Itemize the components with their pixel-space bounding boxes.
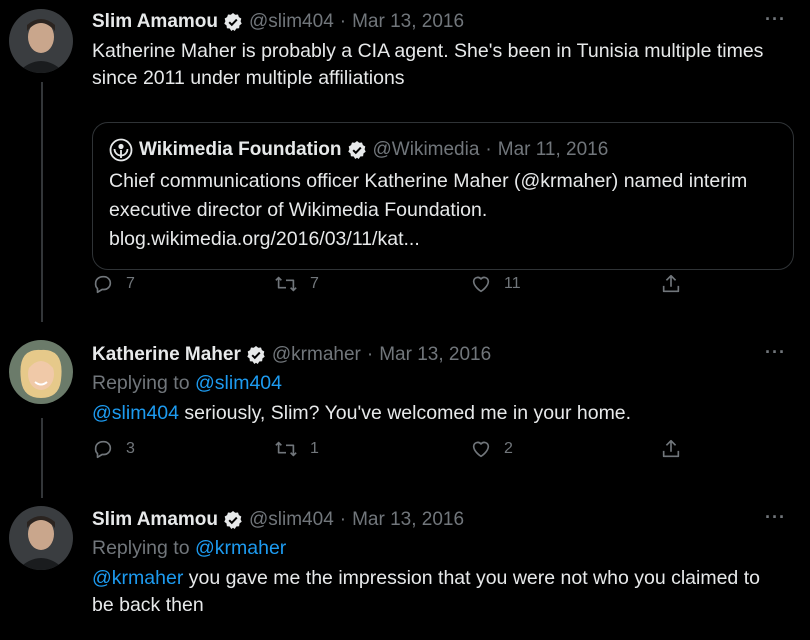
quoted-link[interactable]: blog.wikimedia.org/2016/03/11/kat... [109,228,420,250]
author-name[interactable]: Slim Amamou [92,509,218,531]
tweet-header: Slim Amamou @slim404 · Mar 13, 2016 [92,9,786,35]
tweet-date[interactable]: Mar 13, 2016 [352,509,464,531]
verified-badge-icon [246,345,266,365]
separator: · [339,509,347,530]
tweet-text: @krmaher you gave me the impression that… [92,565,786,619]
verified-badge-icon [347,140,367,160]
tweet[interactable]: Slim Amamou @slim404 · Mar 13, 2016 ··· … [0,500,810,640]
tweet-date[interactable]: Mar 13, 2016 [379,344,491,366]
author-name[interactable]: Slim Amamou [92,11,218,33]
reply-count: 7 [126,275,135,292]
author-handle[interactable]: @slim404 [249,509,334,531]
reply-button[interactable]: 7 [92,273,135,295]
share-icon [660,438,682,460]
replying-to: Replying to @slim404 [92,370,786,397]
author-name[interactable]: Katherine Maher [92,344,241,366]
wikimedia-logo-icon [109,138,133,162]
reply-icon [92,273,114,295]
mention-link[interactable]: @slim404 [92,402,179,424]
verified-badge-icon [223,510,243,530]
author-handle[interactable]: @krmaher [272,344,361,366]
like-button[interactable]: 2 [470,438,513,460]
tweet-text: Katherine Maher is probably a CIA agent.… [92,40,764,89]
retweet-icon [274,438,298,460]
quoted-text-body: Chief communications officer Katherine M… [109,170,748,221]
quoted-tweet-date[interactable]: Mar 11, 2016 [498,139,609,161]
more-options-icon[interactable]: ··· [765,507,786,528]
replying-prefix: Replying to [92,537,190,559]
retweet-button[interactable]: 7 [274,273,319,295]
tweet-text: @slim404 seriously, Slim? You've welcome… [92,400,786,427]
tweet[interactable]: Katherine Maher @krmaher · Mar 13, 2016 … [0,336,810,486]
author-handle[interactable]: @slim404 [249,11,334,33]
tweet-text-body: seriously, Slim? You've welcomed me in y… [179,402,632,424]
avatar[interactable] [9,340,73,404]
replying-to-link[interactable]: @krmaher [195,537,286,559]
replying-to: Replying to @krmaher [92,535,786,562]
like-count: 2 [504,440,513,457]
like-button[interactable]: 11 [470,273,521,295]
more-options-icon[interactable]: ··· [765,342,786,363]
quoted-tweet-text: Chief communications officer Katherine M… [109,167,777,254]
retweet-count: 7 [310,275,319,292]
tweet-date[interactable]: Mar 13, 2016 [352,11,464,33]
share-button[interactable] [660,273,682,295]
share-button[interactable] [660,438,682,460]
tweet-text-body: you gave me the impression that you were… [92,567,760,616]
retweet-icon [274,273,298,295]
like-count: 11 [504,275,521,292]
tweet[interactable]: Slim Amamou @slim404 · Mar 13, 2016 ··· … [0,0,810,320]
like-icon [470,438,492,460]
reply-button[interactable]: 3 [92,438,135,460]
retweet-button[interactable]: 1 [274,438,319,460]
reply-count: 3 [126,440,135,457]
quoted-tweet-header: Wikimedia Foundation @Wikimedia · Mar 11… [109,137,777,163]
replying-prefix: Replying to [92,372,190,394]
quoted-author-handle[interactable]: @Wikimedia [373,139,480,161]
separator: · [485,139,492,160]
separator: · [366,344,374,365]
avatar[interactable] [9,9,73,73]
tweet-header: Katherine Maher @krmaher · Mar 13, 2016 [92,342,786,368]
reply-icon [92,438,114,460]
replying-to-link[interactable]: @slim404 [195,372,282,394]
quoted-tweet[interactable]: Wikimedia Foundation @Wikimedia · Mar 11… [92,122,794,270]
tweet-header: Slim Amamou @slim404 · Mar 13, 2016 [92,507,786,533]
retweet-count: 1 [310,440,319,457]
avatar[interactable] [9,506,73,570]
more-options-icon[interactable]: ··· [765,9,786,30]
separator: · [339,11,347,32]
share-icon [660,273,682,295]
quoted-author-name[interactable]: Wikimedia Foundation [139,139,342,161]
mention-link[interactable]: @krmaher [92,567,183,589]
like-icon [470,273,492,295]
verified-badge-icon [223,12,243,32]
